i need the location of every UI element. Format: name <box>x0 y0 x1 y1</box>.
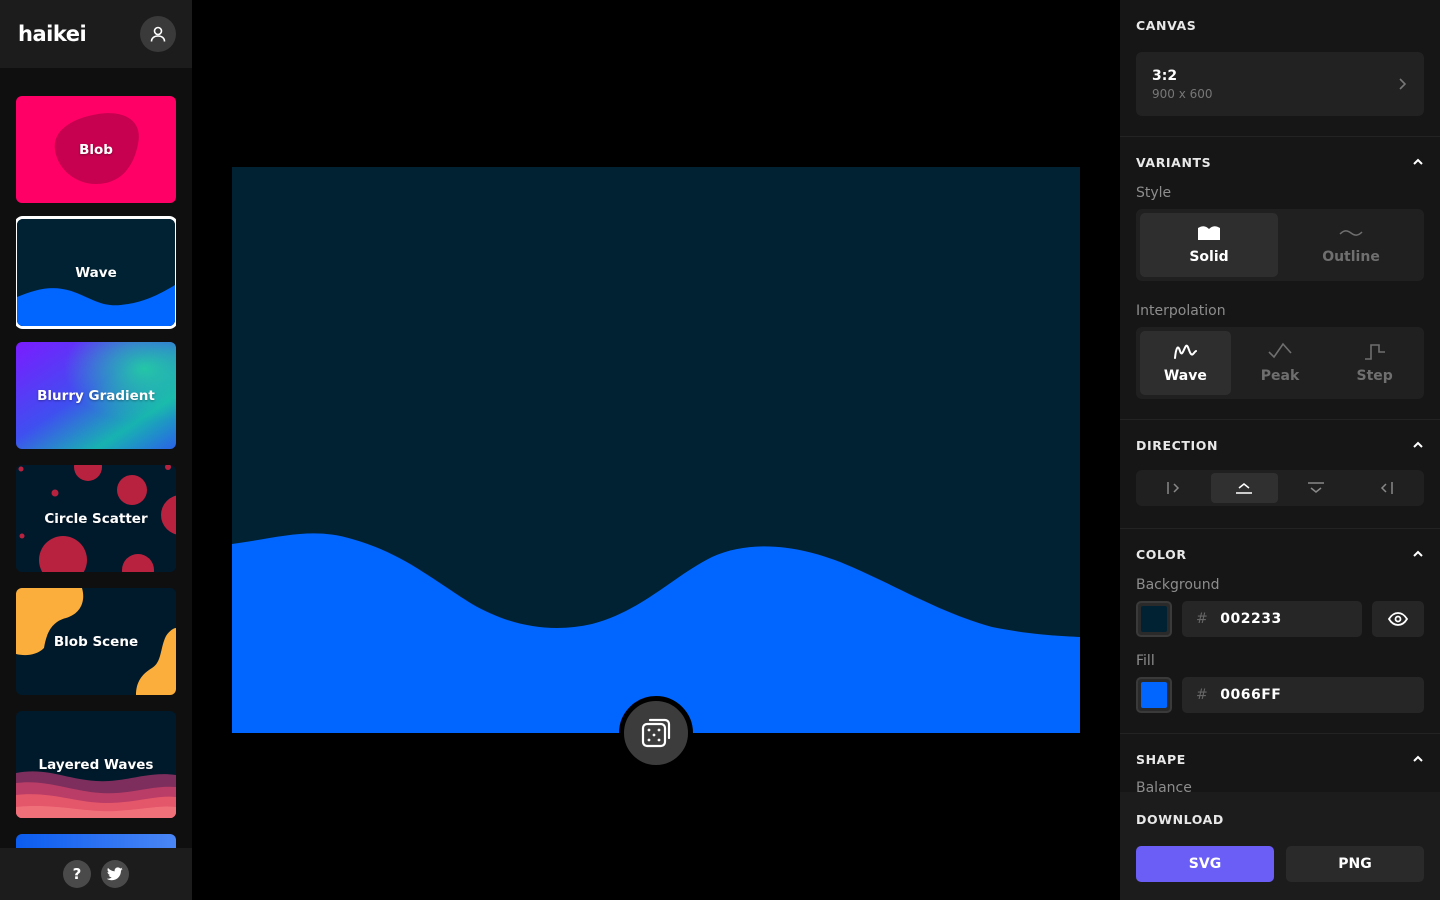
help-button[interactable]: ? <box>63 860 91 888</box>
generator-card-circle-scatter[interactable]: Circle Scatter <box>16 465 176 572</box>
style-toggle: Solid Outline <box>1136 209 1424 281</box>
twitter-button[interactable] <box>101 860 129 888</box>
canvas-ratio: 3:2 <box>1152 67 1178 84</box>
user-icon <box>150 26 166 42</box>
chevron-right-icon <box>1399 78 1406 90</box>
shape-title: SHAPE <box>1136 751 1186 767</box>
chevron-up-icon[interactable] <box>1412 753 1424 765</box>
download-svg-button[interactable]: SVG <box>1136 846 1274 882</box>
background-swatch[interactable] <box>1136 601 1172 637</box>
account-button[interactable] <box>140 16 176 52</box>
solid-wave-icon <box>1198 226 1220 240</box>
color-section: COLOR Background # 002233 Fill # 0066FF <box>1120 529 1440 734</box>
interpolation-toggle: Wave Peak Step <box>1136 327 1424 399</box>
wave-curve-icon <box>1174 344 1198 359</box>
interpolation-option-peak[interactable]: Peak <box>1235 331 1326 395</box>
section-title[interactable]: COLOR <box>1136 545 1424 563</box>
arrow-left-icon <box>1381 482 1393 494</box>
generator-sidebar: haikei Blob Wave Blurry Gradient Circle … <box>0 0 192 900</box>
style-option-outline[interactable]: Outline <box>1282 213 1420 277</box>
color-title: COLOR <box>1136 546 1187 562</box>
section-title: DOWNLOAD <box>1136 810 1424 828</box>
arrow-up-icon <box>1236 483 1253 494</box>
download-section: DOWNLOAD SVG PNG <box>1120 792 1440 900</box>
direction-top-down[interactable] <box>1282 473 1350 503</box>
section-title[interactable]: SHAPE <box>1136 750 1424 768</box>
background-color-row: # 002233 <box>1136 601 1424 637</box>
step-icon <box>1364 344 1385 360</box>
variants-section: VARIANTS Style Solid Outline Interpolati… <box>1120 137 1440 420</box>
fill-hex-input[interactable]: # 0066FF <box>1182 677 1424 713</box>
style-option-solid[interactable]: Solid <box>1140 213 1278 277</box>
download-buttons: SVG PNG <box>1136 846 1424 882</box>
interpolation-option-label: Wave <box>1163 368 1207 384</box>
section-title[interactable]: DIRECTION <box>1136 436 1424 454</box>
direction-toggle <box>1136 470 1424 506</box>
haikei-logo[interactable]: haikei <box>18 22 87 46</box>
sidebar-header: haikei <box>0 0 192 68</box>
generator-card-blob[interactable]: Blob <box>16 96 176 203</box>
arrow-down-icon <box>1307 482 1324 493</box>
chevron-up-icon[interactable] <box>1412 156 1424 168</box>
direction-left-to-right[interactable] <box>1139 473 1207 503</box>
settings-panel: CANVAS 3:2 900 x 600 VARIANTS Style Soli… <box>1120 0 1440 900</box>
dice-icon <box>641 718 671 748</box>
direction-right-to-left[interactable] <box>1354 473 1422 503</box>
download-title: DOWNLOAD <box>1136 811 1224 827</box>
generator-card-blurry-gradient[interactable]: Blurry Gradient <box>16 342 176 449</box>
fill-swatch[interactable] <box>1136 677 1172 713</box>
generator-label: Circle Scatter <box>44 510 148 527</box>
fill-label: Fill <box>1136 653 1155 669</box>
chevron-up-icon[interactable] <box>1412 548 1424 560</box>
background-hex-input[interactable]: # 002233 <box>1182 601 1362 637</box>
interpolation-label: Interpolation <box>1136 303 1226 319</box>
generator-label: Blob <box>79 141 113 158</box>
fill-color-row: # 0066FF <box>1136 677 1424 713</box>
canvas-section: CANVAS 3:2 900 x 600 <box>1120 0 1440 137</box>
generator-card-next[interactable] <box>16 834 176 848</box>
generator-label: Blob Scene <box>53 633 139 650</box>
generator-card-layered-waves[interactable]: Layered Waves <box>16 711 176 818</box>
interpolation-option-wave[interactable]: Wave <box>1140 331 1231 395</box>
variants-title: VARIANTS <box>1136 154 1212 170</box>
section-title: CANVAS <box>1136 16 1424 34</box>
interpolation-option-label: Step <box>1356 368 1393 384</box>
help-icon: ? <box>72 865 82 883</box>
section-title[interactable]: VARIANTS <box>1136 153 1424 171</box>
generator-label: Blurry Gradient <box>37 387 155 404</box>
direction-title: DIRECTION <box>1136 437 1219 453</box>
arrow-right-icon <box>1167 482 1179 494</box>
generator-card-wave[interactable]: Wave <box>16 216 176 329</box>
direction-bottom-up[interactable] <box>1210 473 1278 503</box>
twitter-icon <box>107 867 123 881</box>
wave-artboard[interactable] <box>232 167 1080 733</box>
direction-section: DIRECTION <box>1120 420 1440 529</box>
generator-label: Layered Waves <box>38 756 154 773</box>
style-option-label: Solid <box>1189 249 1229 265</box>
interpolation-option-label: Peak <box>1260 368 1300 384</box>
generator-list: Blob Wave Blurry Gradient Circle Scatter… <box>16 96 176 848</box>
eye-icon <box>1388 612 1408 626</box>
randomize-button[interactable] <box>619 696 693 770</box>
canvas-title: CANVAS <box>1136 17 1197 33</box>
generator-label: Wave <box>75 264 117 281</box>
background-hex-value: 002233 <box>1220 611 1282 627</box>
hash-prefix: # <box>1196 687 1209 703</box>
sidebar-footer: ? <box>0 848 192 900</box>
peak-icon <box>1268 342 1292 359</box>
background-visibility-toggle[interactable] <box>1372 601 1424 637</box>
canvas-dimensions: 900 x 600 <box>1152 86 1213 101</box>
style-option-label: Outline <box>1322 249 1380 265</box>
fill-hex-value: 0066FF <box>1220 687 1282 703</box>
download-png-button[interactable]: PNG <box>1286 846 1424 882</box>
background-label: Background <box>1136 577 1220 593</box>
canvas-area <box>192 0 1120 900</box>
hash-prefix: # <box>1196 611 1209 627</box>
outline-wave-icon <box>1339 230 1363 236</box>
chevron-up-icon[interactable] <box>1412 439 1424 451</box>
canvas-size-select[interactable]: 3:2 900 x 600 <box>1136 52 1424 116</box>
style-label: Style <box>1136 185 1172 201</box>
interpolation-option-step[interactable]: Step <box>1329 331 1420 395</box>
generator-card-blob-scene[interactable]: Blob Scene <box>16 588 176 695</box>
